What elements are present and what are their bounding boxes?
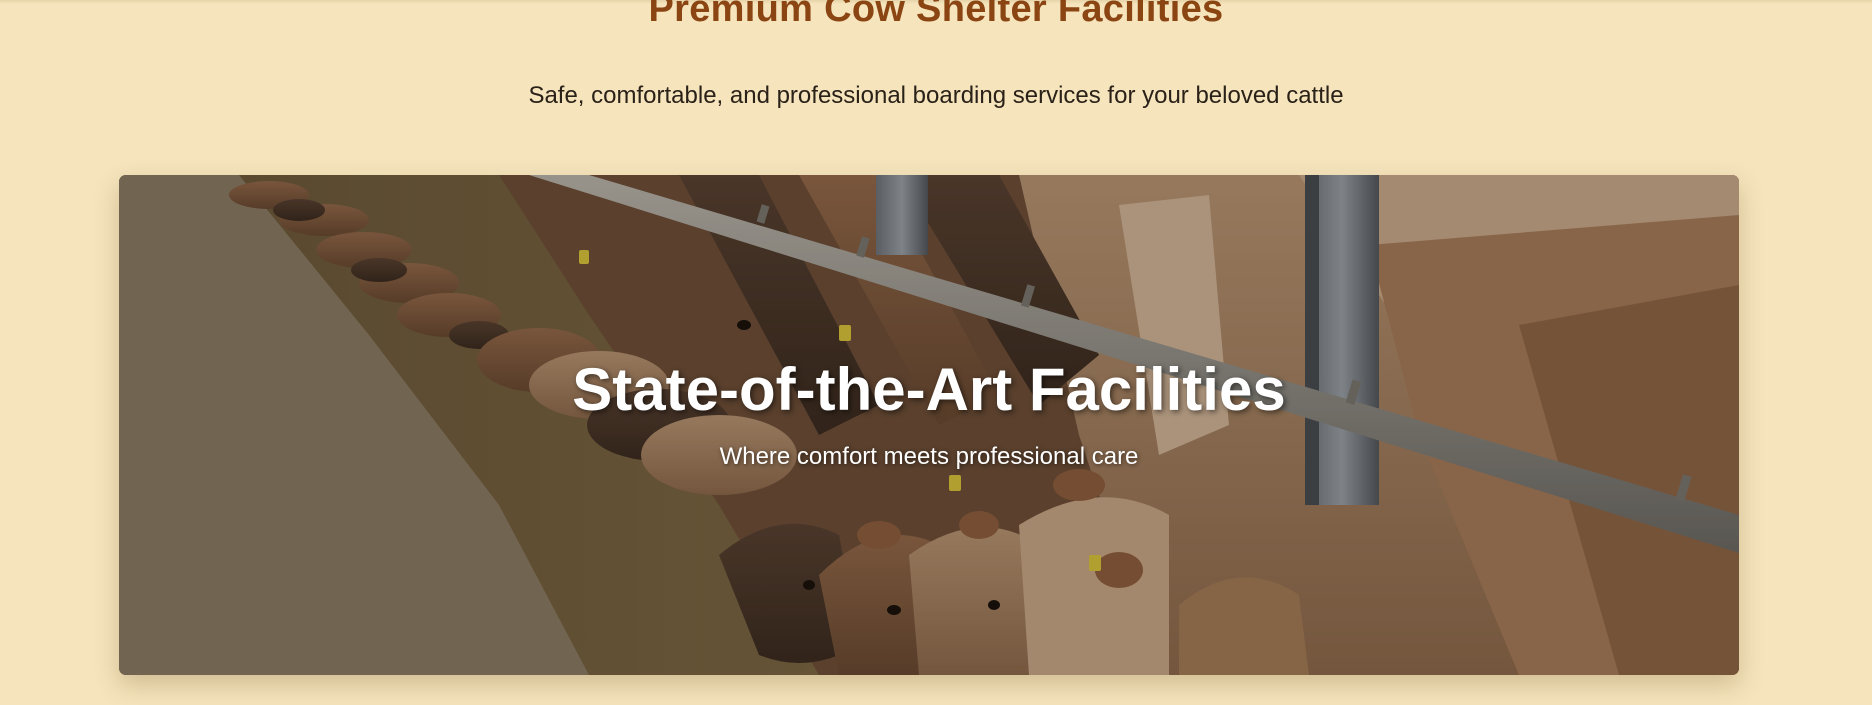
hero-title: State-of-the-Art Facilities xyxy=(572,356,1286,423)
page-title: Premium Cow Shelter Facilities xyxy=(648,0,1224,30)
hero-subtitle: Where comfort meets professional care xyxy=(719,443,1139,470)
hero-banner: State-of-the-Art Facilities Where comfor… xyxy=(119,175,1739,675)
page-subtitle: Safe, comfortable, and professional boar… xyxy=(528,82,1344,109)
hero-overlay xyxy=(119,175,1739,675)
